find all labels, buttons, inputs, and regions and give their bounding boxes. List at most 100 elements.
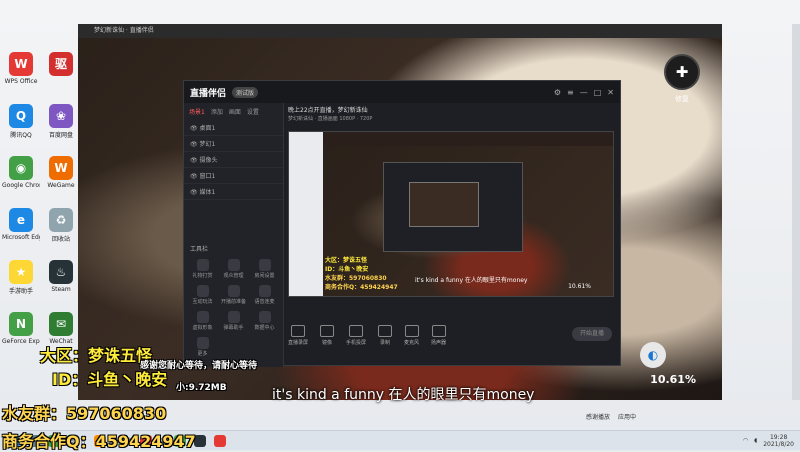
desktop-icon-label: 百度网盘 <box>48 132 73 139</box>
scene-tab[interactable]: 画面 <box>229 107 241 116</box>
preview-overlay-text: 大区：梦诛五怪 ID：斗鱼丶晚安 水友群：597060830 商务合作Q：459424… <box>325 256 398 292</box>
overlay-size: 小:9.72MB <box>176 383 227 393</box>
source-item[interactable]: 👁 梦幻1 <box>184 136 283 152</box>
control-icon <box>378 325 393 337</box>
desktop-icon[interactable]: ♻ 回收站 <box>42 208 80 243</box>
tool-item[interactable]: 弹幕助手 <box>219 311 248 331</box>
desktop-icon[interactable]: e Microsoft Edge <box>2 208 40 241</box>
stream-info: 晚上22点开直播，梦幻新诛仙 <box>288 107 368 114</box>
tool-item[interactable]: 更多 <box>188 337 217 357</box>
tool-item[interactable]: 观众管理 <box>219 259 248 279</box>
scrollbar[interactable] <box>792 24 800 400</box>
source-item[interactable]: 👁 窗口1 <box>184 168 283 184</box>
settings-icon[interactable]: ⚙ <box>554 88 561 97</box>
desktop-icon[interactable]: N GeForce Experience <box>2 312 40 345</box>
control-label: 扬声器 <box>431 340 447 346</box>
tool-item[interactable]: 房间设置 <box>250 259 279 279</box>
preview-overlay-line: 大区：梦诛五怪 <box>325 257 368 264</box>
minimize-icon[interactable]: — <box>580 88 588 97</box>
desktop-icon[interactable]: ✉ WeChat <box>42 312 80 345</box>
preview-overlay-line: ID：斗鱼丶晚安 <box>325 266 369 273</box>
scene-tab[interactable]: 设置 <box>247 107 259 116</box>
control-icon <box>404 325 419 337</box>
start-live-button[interactable]: 开始直播 <box>572 327 612 341</box>
control-label: 手机投屏 <box>346 340 367 346</box>
steam-icon: ♨ <box>49 260 73 284</box>
tool-icon <box>227 285 240 297</box>
photos-icon: ❀ <box>49 104 73 128</box>
menu-icon[interactable]: ≡ <box>567 88 574 97</box>
volume-icon[interactable]: ◖ <box>754 437 757 444</box>
tool-item[interactable]: 礼物打赏 <box>188 259 217 279</box>
tools-title: 工具栏 <box>190 246 209 253</box>
desktop-icon-label: 腾讯QQ <box>10 132 32 139</box>
preview-desktop <box>289 132 323 296</box>
game-helper-icon: ★ <box>9 260 33 284</box>
source-item[interactable]: 👁 桌面1 <box>184 120 283 136</box>
live-control-button[interactable]: 麦克风 <box>404 325 419 346</box>
desktop-icon-label: GeForce Experience <box>2 338 40 345</box>
desktop-icon-label: WeGame <box>47 182 75 189</box>
tool-icon <box>227 311 240 323</box>
chrome-icon: ◉ <box>9 156 33 180</box>
live-control-button[interactable]: 直播录屏 <box>288 325 308 346</box>
source-item[interactable]: 👁 摄像头 <box>184 152 283 168</box>
desktop-icon-label: 手游助手 <box>8 288 33 295</box>
desktop-icon[interactable]: ★ 手游助手 <box>2 260 40 295</box>
wifi-icon[interactable]: ◠ <box>743 437 748 444</box>
game-window-title: 梦幻新诛仙 · 直播伴侣 <box>78 24 722 38</box>
version-badge: 测试版 <box>232 86 259 98</box>
tool-item[interactable]: 开播前准备 <box>219 285 248 305</box>
live-control-button[interactable]: 录制 <box>378 325 393 346</box>
live-companion-window[interactable]: 直播伴侣 测试版 ⚙ ≡ — □ ✕ 场景1 添加 画面 设置 👁 桌面1 👁 梦幻1 👁… <box>183 80 621 367</box>
control-label: 镜像 <box>322 340 333 346</box>
wps-icon: W <box>9 52 33 76</box>
qq-icon: Q <box>9 104 33 128</box>
desktop-icon[interactable]: ♨ Steam <box>42 260 80 293</box>
live-control-button[interactable]: 手机投屏 <box>346 325 366 346</box>
live-sidebar: 场景1 添加 画面 设置 👁 桌面1 👁 梦幻1 👁 摄像头 👁 窗口1 👁 媒体1 工具栏 … <box>184 103 284 367</box>
clock[interactable]: 19:28 2021/8/20 <box>763 434 794 448</box>
live-control-button[interactable]: 镜像 <box>320 325 335 346</box>
tool-label: 礼物打赏 <box>192 273 213 279</box>
preview-nested-window-2 <box>409 182 479 227</box>
tool-label: 观众管理 <box>223 273 244 279</box>
tool-item[interactable]: 互动玩法 <box>188 285 217 305</box>
desktop-icon[interactable]: ◉ Google Chrome <box>2 156 40 189</box>
tool-label: 数据中心 <box>254 325 275 331</box>
desktop-icon[interactable]: W WeGame <box>42 156 80 189</box>
control-icon <box>291 325 305 337</box>
tool-item[interactable]: 语音连麦 <box>250 285 279 305</box>
tray-item-app[interactable]: 应用中 <box>618 412 636 421</box>
douyu-logo-icon: ◐ <box>640 342 666 368</box>
desktop-icon[interactable]: Q 腾讯QQ <box>2 104 40 139</box>
tool-item[interactable]: 数据中心 <box>250 311 279 331</box>
stream-info-detail: 梦幻新诛仙 · 直播画面 1080P · 720P <box>288 116 373 122</box>
overlay-business: 商务合作Q：459424947 <box>2 432 196 451</box>
scene-tab[interactable]: 场景1 <box>189 107 205 116</box>
game-percent: 10.61% <box>650 373 696 386</box>
floating-tray: 感谢播放 应用中 <box>586 412 636 421</box>
overlay-fans-group: 水友群：597060830 <box>2 404 167 423</box>
close-icon[interactable]: ✕ <box>607 88 614 97</box>
tool-label: 弹幕助手 <box>223 325 244 331</box>
source-item[interactable]: 👁 媒体1 <box>184 184 283 200</box>
tool-grid: 礼物打赏 观众管理 房间设置互动玩法 开播前准备 语音连麦虚拟形象 弹幕助手 数据中心更多 <box>184 257 283 359</box>
tray-item-thanks[interactable]: 感谢播放 <box>586 412 610 421</box>
repair-icon[interactable]: ✚ <box>664 54 700 90</box>
control-icon <box>320 325 335 337</box>
desktop-icon[interactable]: W WPS Office <box>2 52 40 85</box>
preview-overlay-line: 水友群：597060830 <box>325 275 387 282</box>
scene-tab[interactable]: 添加 <box>211 107 223 116</box>
desktop-icon[interactable]: ❀ 百度网盘 <box>42 104 80 139</box>
tool-item[interactable]: 虚拟形象 <box>188 311 217 331</box>
desktop-icon[interactable]: 驱 <box>42 52 80 78</box>
maximize-icon[interactable]: □ <box>594 88 602 97</box>
live-control-button[interactable]: 扬声器 <box>431 325 446 346</box>
control-label: 录制 <box>380 340 391 346</box>
recycle-bin-icon: ♻ <box>49 208 73 232</box>
netease-icon[interactable] <box>214 434 227 447</box>
tool-icon <box>196 259 209 271</box>
window-controls: ⚙ ≡ — □ ✕ <box>554 88 620 97</box>
desktop-icon-label: 回收站 <box>51 236 70 243</box>
